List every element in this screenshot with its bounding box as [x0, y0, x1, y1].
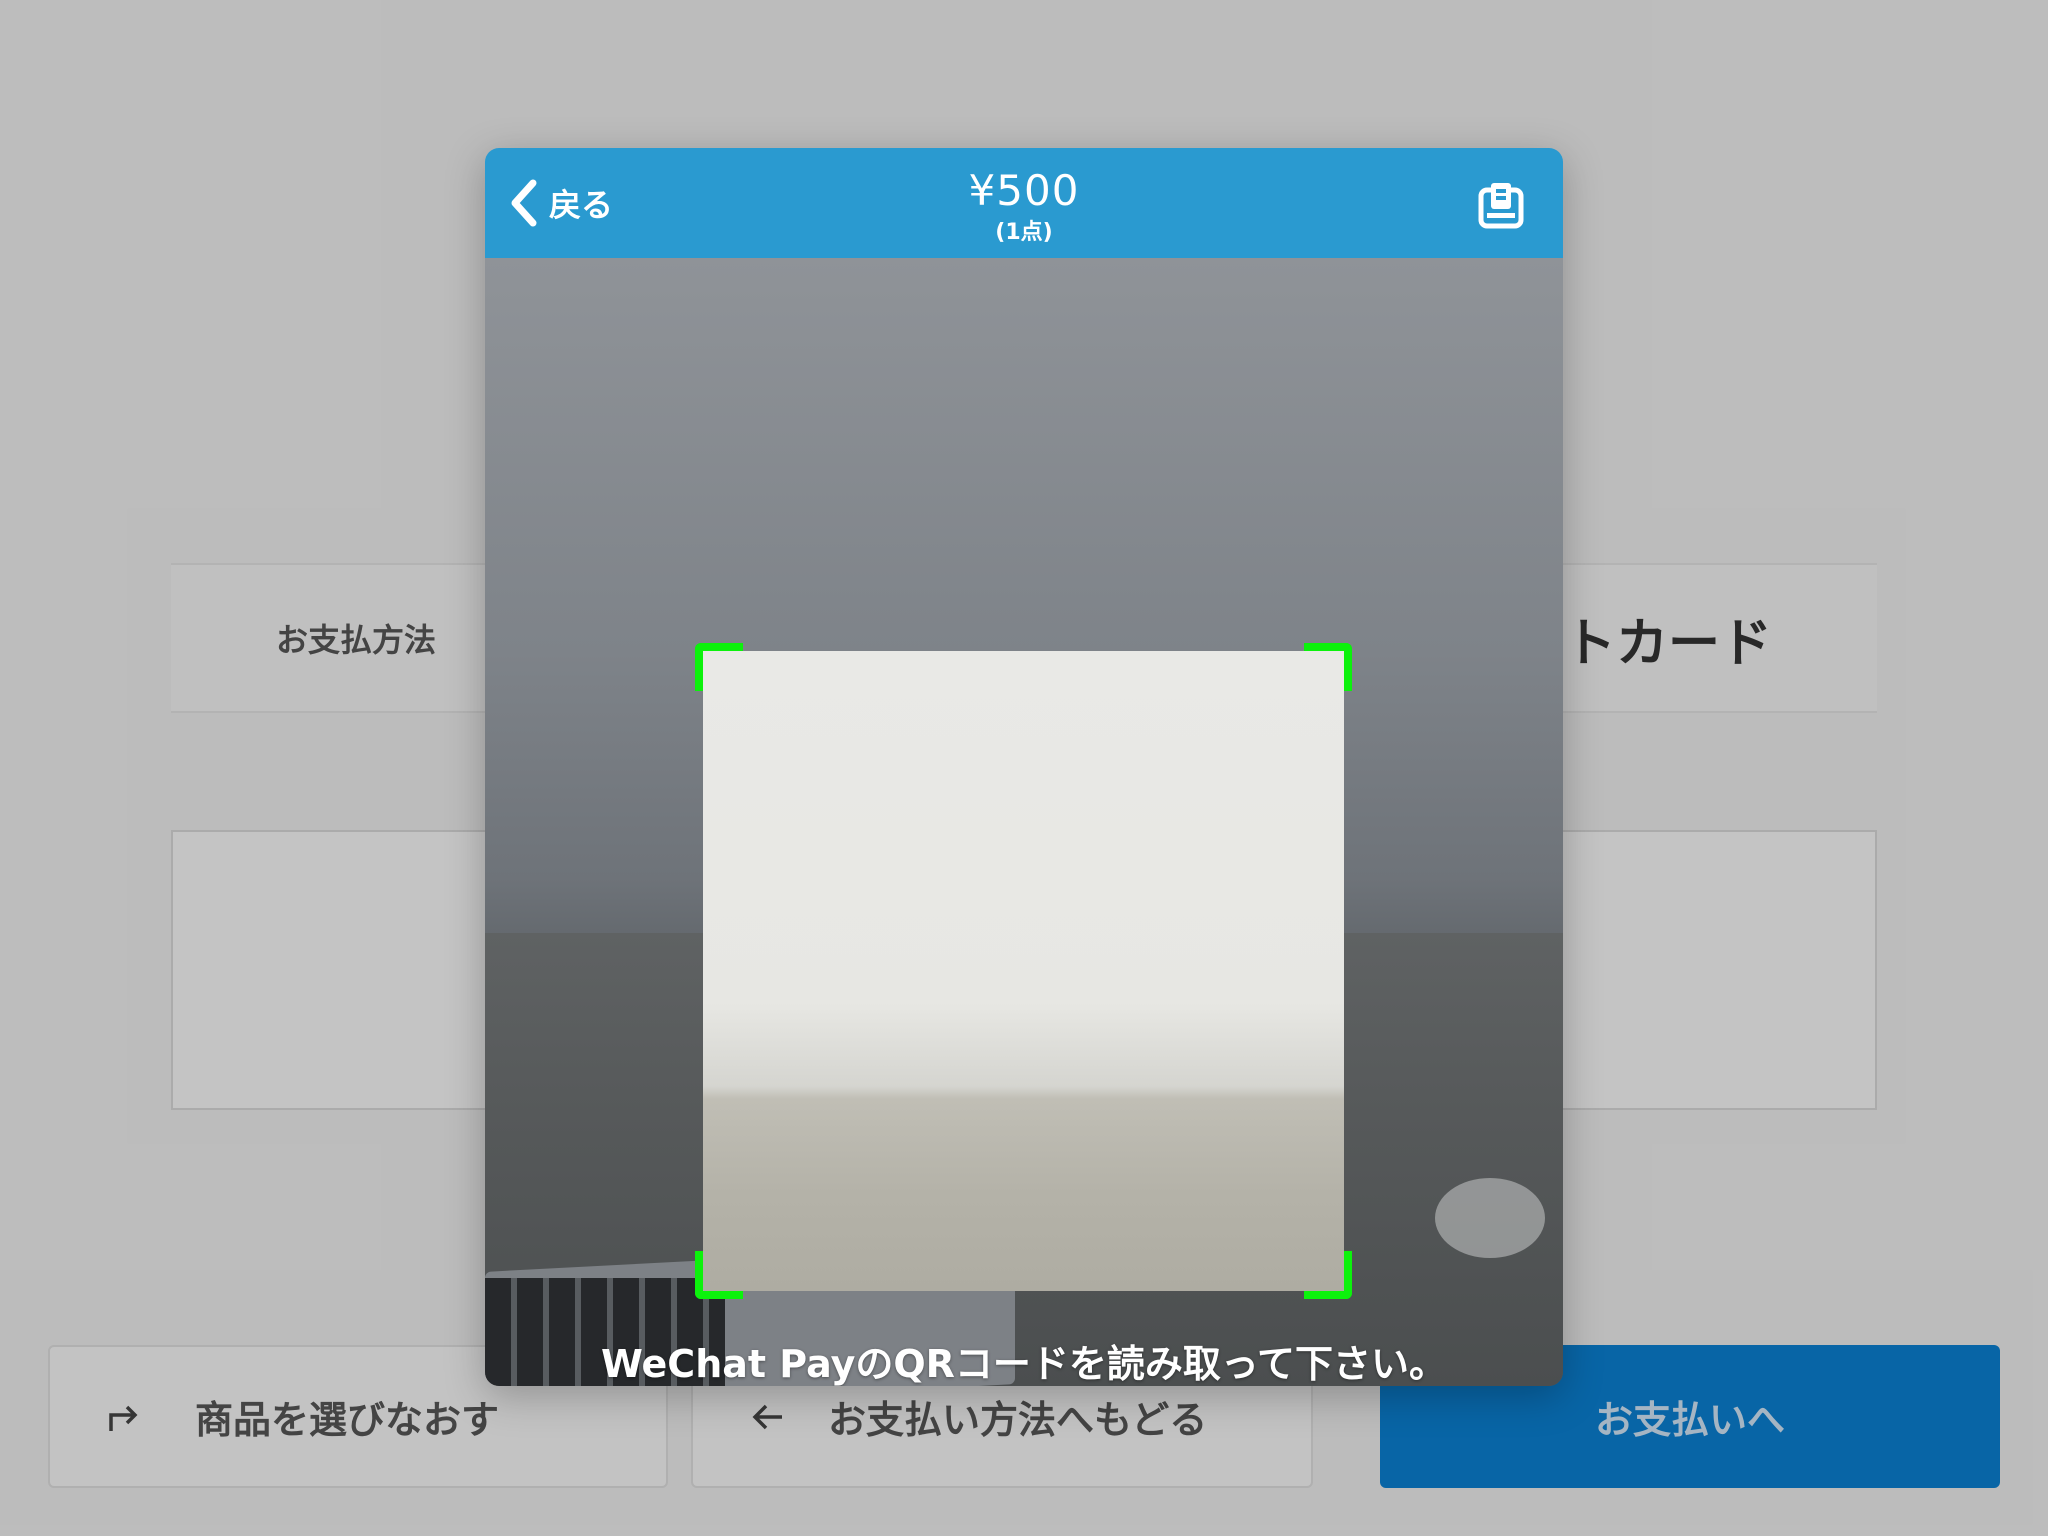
total-amount: ¥500 [968, 166, 1080, 215]
scan-instruction: WeChat PayのQRコードを読み取って下さい。 [600, 1342, 1448, 1386]
receipt-icon[interactable] [1477, 180, 1525, 230]
scan-corner-bottom-left [695, 1251, 743, 1299]
scan-corner-top-right [1304, 643, 1352, 691]
camera-floor-plate [1435, 1178, 1545, 1258]
scan-corner-bottom-right [1304, 1251, 1352, 1299]
item-count: (1点) [995, 220, 1053, 245]
modal-header: 戻る ¥500 (1点) [485, 148, 1563, 258]
qr-scan-modal: 戻る ¥500 (1点) WeChat PayのQRコードを読み取って下さい。 [485, 148, 1563, 1386]
camera-preview: WeChat PayのQRコードを読み取って下さい。 [485, 258, 1563, 1386]
qr-scan-area [695, 643, 1352, 1299]
scan-corner-top-left [695, 643, 743, 691]
